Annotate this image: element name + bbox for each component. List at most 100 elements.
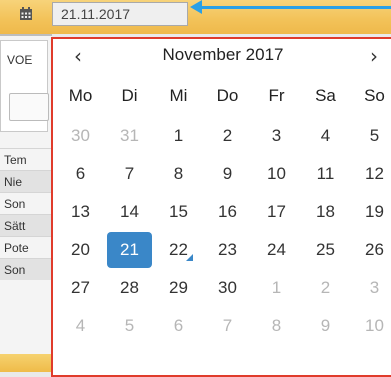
day-cell[interactable]: 15	[154, 193, 203, 231]
list-item[interactable]: Sätt	[0, 214, 52, 236]
day-cell[interactable]: 4	[56, 307, 105, 345]
day-cell[interactable]: 3	[252, 117, 301, 155]
calendar-popup: ‹ November 2017 › Mo Di Mi Do Fr Sa So 30 31 1 2 3 4…	[51, 37, 391, 377]
day-cell[interactable]: 1	[154, 117, 203, 155]
day-number: 2	[320, 278, 331, 297]
day-number: 17	[267, 202, 286, 221]
day-number: 28	[120, 278, 139, 297]
weekday-header: Mi	[169, 86, 188, 105]
day-cell[interactable]: 5	[105, 307, 154, 345]
day-number: 4	[320, 126, 331, 145]
day-number: 30	[71, 126, 90, 145]
weekday-header: Di	[121, 86, 138, 105]
calendar-header: ‹ November 2017 ›	[53, 39, 391, 73]
date-input[interactable]: 21.11.2017	[52, 2, 188, 26]
month-title[interactable]: November 2017	[113, 39, 333, 73]
day-cell[interactable]: 10	[350, 307, 391, 345]
day-cell[interactable]: 3	[350, 269, 391, 307]
day-cell[interactable]: 8	[154, 155, 203, 193]
day-number: 23	[218, 240, 237, 259]
list-item[interactable]: Nie	[0, 170, 52, 192]
day-cell[interactable]: 9	[301, 307, 350, 345]
day-number: 6	[75, 164, 86, 183]
voe-section: VOE	[0, 40, 49, 132]
day-cell-today[interactable]: 22	[154, 231, 203, 269]
list-item[interactable]: Pote	[0, 236, 52, 258]
day-number: 3	[271, 126, 282, 145]
day-number: 20	[71, 240, 90, 259]
day-number: 24	[267, 240, 286, 259]
weekday-header: Sa	[315, 86, 336, 105]
day-number: 13	[71, 202, 90, 221]
day-cell[interactable]: 25	[301, 231, 350, 269]
prev-month-button[interactable]: ‹	[61, 39, 95, 73]
day-number: 31	[120, 126, 139, 145]
day-cell[interactable]: 24	[252, 231, 301, 269]
day-cell[interactable]: 13	[56, 193, 105, 231]
day-number: 2	[222, 126, 233, 145]
footer-background	[0, 354, 52, 372]
day-number: 26	[365, 240, 384, 259]
day-cell[interactable]: 7	[105, 155, 154, 193]
day-cell[interactable]: 6	[56, 155, 105, 193]
day-cell[interactable]: 30	[56, 117, 105, 155]
day-cell[interactable]: 2	[203, 117, 252, 155]
weekday-header: Mo	[68, 86, 93, 105]
weekday-header: Fr	[268, 86, 285, 105]
day-number: 1	[173, 126, 184, 145]
day-cell[interactable]: 27	[56, 269, 105, 307]
day-cell[interactable]: 23	[203, 231, 252, 269]
day-cell[interactable]: 9	[203, 155, 252, 193]
day-number: 8	[271, 316, 282, 335]
day-cell[interactable]: 10	[252, 155, 301, 193]
day-number: 11	[316, 164, 335, 183]
day-number: 4	[75, 316, 86, 335]
day-cell[interactable]: 18	[301, 193, 350, 231]
day-cell[interactable]: 28	[105, 269, 154, 307]
day-cell[interactable]: 1	[252, 269, 301, 307]
day-number: 27	[71, 278, 90, 297]
day-cell-selected[interactable]: 21	[107, 232, 152, 268]
day-number: 9	[222, 164, 233, 183]
day-number: 29	[169, 278, 188, 297]
calendar-icon[interactable]	[8, 3, 44, 25]
weekday-header: So	[364, 86, 385, 105]
day-cell[interactable]: 29	[154, 269, 203, 307]
day-cell[interactable]: 19	[350, 193, 391, 231]
day-cell[interactable]: 7	[203, 307, 252, 345]
day-number: 12	[365, 164, 384, 183]
list-item[interactable]: Son	[0, 192, 52, 214]
day-number: 8	[173, 164, 184, 183]
day-cell[interactable]: 31	[105, 117, 154, 155]
day-cell[interactable]: 30	[203, 269, 252, 307]
day-number: 25	[316, 240, 335, 259]
day-cell[interactable]: 5	[350, 117, 391, 155]
day-number: 30	[218, 278, 237, 297]
today-marker-icon	[186, 254, 193, 261]
day-cell[interactable]: 26	[350, 231, 391, 269]
day-cell[interactable]: 12	[350, 155, 391, 193]
day-cell[interactable]: 2	[301, 269, 350, 307]
day-number: 10	[267, 164, 286, 183]
section-field[interactable]	[9, 93, 49, 121]
day-number: 19	[365, 202, 384, 221]
day-cell[interactable]: 20	[56, 231, 105, 269]
day-cell[interactable]: 17	[252, 193, 301, 231]
day-cell[interactable]: 4	[301, 117, 350, 155]
day-number: 3	[369, 278, 380, 297]
day-number: 9	[320, 316, 331, 335]
day-cell[interactable]: 16	[203, 193, 252, 231]
divider	[0, 34, 52, 36]
day-cell[interactable]: 6	[154, 307, 203, 345]
next-month-button[interactable]: ›	[357, 39, 391, 73]
day-cell[interactable]: 8	[252, 307, 301, 345]
day-cell[interactable]: 14	[105, 193, 154, 231]
annotation-arrow	[200, 6, 391, 9]
list-item[interactable]: Son	[0, 258, 52, 280]
list-item[interactable]: Tem	[0, 148, 52, 170]
day-cell[interactable]: 11	[301, 155, 350, 193]
day-number: 5	[369, 126, 380, 145]
day-number: 18	[316, 202, 335, 221]
day-number: 7	[124, 164, 135, 183]
day-number: 5	[124, 316, 135, 335]
